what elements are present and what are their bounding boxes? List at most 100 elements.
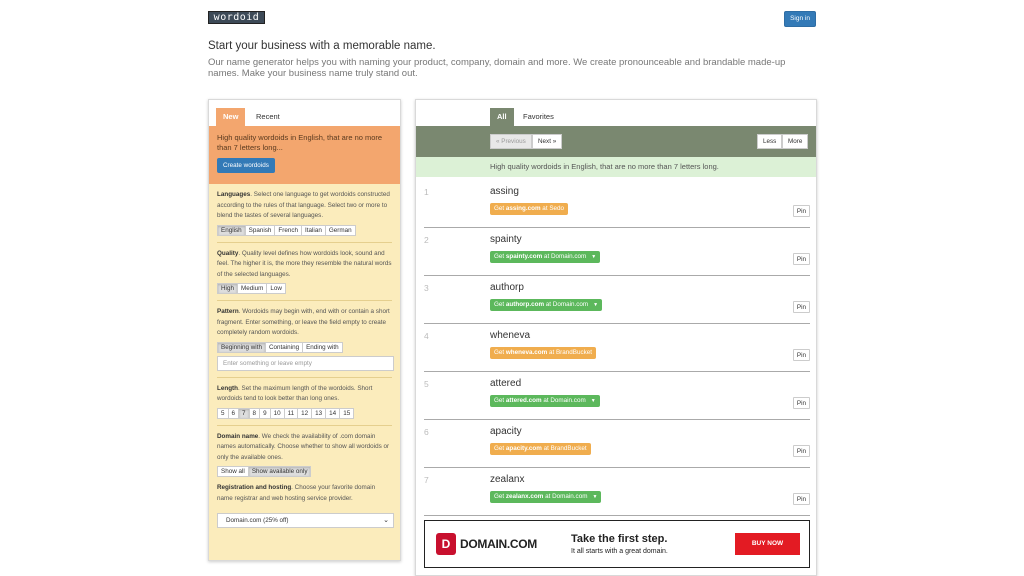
badge-prefix: Get: [494, 253, 506, 260]
languages-option[interactable]: French: [275, 224, 303, 236]
badge-suffix: at Domain.com: [543, 493, 588, 500]
length-section: Length. Set the maximum length of the wo…: [209, 378, 400, 426]
languages-option[interactable]: Italian: [302, 224, 326, 236]
buy-now-button[interactable]: BUY NOW: [735, 533, 800, 555]
quality-option[interactable]: High: [217, 283, 238, 294]
pin-button[interactable]: Pin: [792, 301, 810, 313]
get-domain-button[interactable]: Get assing.com at Sedo: [490, 203, 569, 215]
summary-text: High quality wordoids in English, that a…: [217, 133, 383, 152]
result-word[interactable]: assing: [490, 186, 519, 197]
length-option[interactable]: 15: [340, 407, 355, 419]
create-wordoids-button[interactable]: Create wordoids: [217, 158, 275, 173]
languages-option[interactable]: English: [217, 224, 246, 236]
pin-button[interactable]: Pin: [792, 445, 810, 457]
registrar-select[interactable]: Domain.com (25% off) ⌄: [217, 513, 394, 528]
length-option[interactable]: 7: [239, 407, 250, 419]
tab-recent[interactable]: Recent: [249, 108, 287, 126]
tab-all[interactable]: All: [490, 108, 514, 126]
get-domain-button[interactable]: Get attered.com at Domain.com ▼: [490, 395, 600, 407]
get-domain-button[interactable]: Get authorp.com at Domain.com ▼: [490, 299, 603, 311]
pin-button[interactable]: Pin: [792, 349, 810, 361]
domain-options: Show all Show available only: [217, 466, 392, 477]
get-domain-button[interactable]: Get wheneva.com at BrandBucket: [490, 347, 597, 359]
pin-button[interactable]: Pin: [792, 397, 810, 409]
previous-button[interactable]: « Previous: [490, 134, 532, 149]
languages-option[interactable]: German: [325, 224, 356, 236]
sign-in-button[interactable]: Sign in: [784, 11, 816, 27]
result-word[interactable]: apacity: [490, 426, 522, 437]
pattern-option[interactable]: Ending with: [303, 341, 343, 353]
result-word[interactable]: wheneva: [490, 330, 530, 341]
length-option[interactable]: 11: [284, 407, 299, 419]
pattern-input[interactable]: Enter something or leave empty: [217, 355, 394, 371]
length-option[interactable]: 12: [298, 407, 313, 419]
pattern-title: Pattern: [217, 308, 239, 315]
length-option[interactable]: 10: [270, 407, 285, 419]
length-options: 5 6 7 8 9 10 11 12 13 14 15: [217, 407, 392, 419]
pin-button[interactable]: Pin: [792, 253, 810, 265]
quality-title: Quality: [217, 249, 239, 257]
quality-option[interactable]: Low: [267, 283, 286, 294]
domain-section: Domain name. We check the availability o…: [209, 426, 400, 477]
tab-new[interactable]: New: [216, 108, 246, 126]
pattern-option[interactable]: Beginning with: [217, 341, 266, 353]
result-number: 5: [424, 379, 429, 389]
domain-option[interactable]: Show available only: [248, 466, 312, 477]
results-panel: All Favorites « Previous Next » Less Mor…: [415, 99, 817, 576]
domain-logo-icon: D: [436, 533, 456, 555]
languages-option[interactable]: Spanish: [245, 224, 276, 236]
ad-brand: DOMAIN.COM: [460, 537, 537, 551]
badge-suffix: at Domain.com: [544, 301, 589, 308]
domain-title: Domain name: [217, 432, 259, 440]
result-row: 6 apacity Get apacity.com at BrandBucket Pi…: [424, 420, 810, 468]
quality-section: Quality. Quality level defines how wordo…: [209, 243, 400, 301]
more-button[interactable]: More: [782, 134, 809, 149]
length-option[interactable]: 13: [312, 407, 327, 419]
quality-option[interactable]: Medium: [237, 283, 268, 294]
get-domain-button[interactable]: Get apacity.com at BrandBucket: [490, 443, 591, 455]
get-domain-button[interactable]: Get zealanx.com at Domain.com ▼: [490, 491, 602, 503]
badge-prefix: Get: [494, 205, 506, 212]
result-word[interactable]: attered: [490, 378, 521, 389]
result-word[interactable]: zealanx: [490, 474, 524, 485]
pin-button[interactable]: Pin: [792, 493, 810, 505]
wordoid-logo[interactable]: wordoid: [208, 11, 265, 24]
length-desc: . Set the maximum length of the wordoids…: [217, 384, 373, 403]
length-option[interactable]: 9: [260, 407, 271, 419]
badge-domain: assing.com: [505, 205, 541, 212]
generator-panel: New Recent High quality wordoids in Engl…: [208, 99, 401, 561]
result-number: 3: [424, 283, 429, 293]
result-word[interactable]: spainty: [490, 234, 522, 245]
page-headline: Start your business with a memorable nam…: [208, 40, 436, 52]
badge-domain: authorp.com: [505, 301, 545, 308]
length-option[interactable]: 8: [249, 407, 261, 419]
badge-domain: apacity.com: [505, 445, 542, 452]
result-number: 7: [424, 475, 429, 485]
ad-title: Take the first step.: [571, 533, 668, 545]
results-info: High quality wordoids in English, that a…: [416, 157, 816, 177]
badge-suffix: at Domain.com: [542, 253, 587, 260]
get-domain-button[interactable]: Get spainty.com at Domain.com ▼: [490, 251, 601, 263]
result-number: 4: [424, 331, 429, 341]
less-button[interactable]: Less: [757, 134, 783, 149]
ad-subtitle: It all starts with a great domain.: [571, 548, 668, 555]
domain-option[interactable]: Show all: [217, 466, 249, 477]
length-option[interactable]: 5: [217, 407, 229, 419]
results-tabs: All Favorites: [416, 100, 816, 126]
tab-favorites[interactable]: Favorites: [516, 108, 561, 126]
domain-ad-banner[interactable]: D DOMAIN.COM Take the first step. It all…: [424, 520, 810, 568]
badge-domain: attered.com: [505, 397, 542, 404]
quality-desc: . Quality level defines how wordoids loo…: [217, 249, 392, 278]
next-button[interactable]: Next »: [532, 134, 563, 149]
length-option[interactable]: 14: [326, 407, 341, 419]
pattern-option[interactable]: Containing: [265, 341, 304, 353]
chevron-down-icon: ⌄: [383, 517, 389, 524]
result-number: 1: [424, 187, 429, 197]
pattern-section: Pattern. Wordoids may begin with, end wi…: [209, 301, 400, 378]
result-word[interactable]: authorp: [490, 282, 524, 293]
pin-button[interactable]: Pin: [792, 205, 810, 217]
badge-suffix: at Domain.com: [541, 397, 586, 404]
length-option[interactable]: 6: [228, 407, 240, 419]
languages-title: Languages: [217, 191, 251, 198]
registration-title: Registration and hosting: [217, 484, 292, 491]
